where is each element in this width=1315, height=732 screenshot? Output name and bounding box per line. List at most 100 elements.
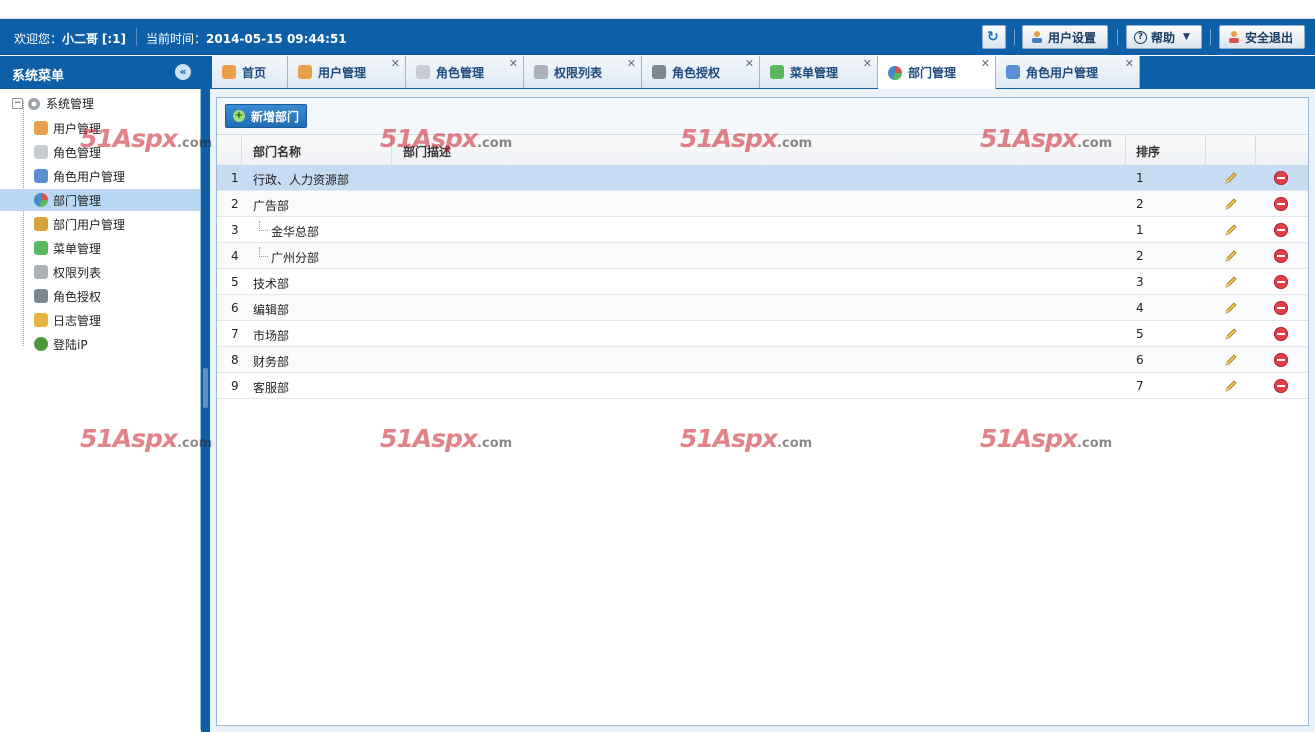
table-row[interactable]: 4 广州分部 2: [217, 243, 1308, 269]
delete-icon[interactable]: [1274, 197, 1288, 211]
sidebar-item-login-ip[interactable]: 登陆iP: [34, 333, 200, 355]
delete-icon[interactable]: [1274, 301, 1288, 315]
row-number: 3: [231, 223, 239, 237]
pen-icon: [534, 65, 548, 79]
tab-role-authorization[interactable]: 角色授权 ✕: [642, 56, 760, 88]
sidebar-item-role-user-management[interactable]: 角色用户管理: [34, 165, 200, 187]
close-icon[interactable]: ✕: [627, 57, 636, 70]
edit-pencil-icon[interactable]: [1223, 326, 1239, 342]
collapse-node-icon[interactable]: −: [12, 98, 23, 109]
add-department-button[interactable]: + 新增部门: [225, 104, 308, 128]
sidebar-item-role-management[interactable]: 角色管理: [34, 141, 200, 163]
delete-icon[interactable]: [1274, 379, 1288, 393]
table-row[interactable]: 3 金华总部 1: [217, 217, 1308, 243]
tab-label: 部门管理: [908, 66, 957, 80]
close-icon[interactable]: ✕: [745, 57, 754, 70]
table-row[interactable]: 5 技术部 3: [217, 269, 1308, 295]
close-icon[interactable]: ✕: [509, 57, 518, 70]
table-row[interactable]: 2 广告部 2: [217, 191, 1308, 217]
tree-root-system[interactable]: − 系统管理: [12, 95, 94, 112]
sort-order: 3: [1136, 275, 1144, 289]
delete-icon[interactable]: [1274, 327, 1288, 341]
sort-order: 6: [1136, 353, 1144, 367]
anchor-icon: [34, 289, 48, 303]
edit-pencil-icon[interactable]: [1223, 170, 1239, 186]
sidebar-item-label: 登陆iP: [53, 337, 88, 352]
current-time: 当前时间：2014-05-15 09:44:51: [146, 30, 347, 47]
sort-order: 2: [1136, 249, 1144, 263]
edit-pencil-icon[interactable]: [1223, 274, 1239, 290]
sidebar-item-permission-list[interactable]: 权限列表: [34, 261, 200, 283]
user-settings-button[interactable]: 用户设置: [1022, 25, 1108, 49]
column-header-name[interactable]: 部门名称: [253, 143, 301, 160]
tab-menu-management[interactable]: 菜单管理 ✕: [760, 56, 878, 88]
tab-permission-list[interactable]: 权限列表 ✕: [524, 56, 642, 88]
sidebar-title: 系统菜单: [12, 69, 65, 84]
tab-department-management[interactable]: 部门管理 ✕: [878, 56, 996, 89]
table-row[interactable]: 1 行政、人力资源部 1: [217, 165, 1308, 191]
tab-label: 首页: [242, 65, 267, 80]
delete-icon[interactable]: [1274, 275, 1288, 289]
close-icon[interactable]: ✕: [981, 57, 990, 70]
sidebar-item-label: 部门管理: [53, 193, 102, 208]
user-icon: [298, 65, 312, 79]
sidebar-item-user-management[interactable]: 用户管理: [34, 117, 200, 139]
chevron-down-icon: ▼: [1183, 32, 1190, 42]
collapse-sidebar-icon[interactable]: «: [175, 64, 191, 80]
main-content: + 新增部门 部门名称 部门描述 排序 1 行政、人力资源部 1 2 广告部 2 3 金华总部…: [210, 89, 1315, 732]
help-button[interactable]: ? 帮助 ▼: [1126, 25, 1202, 49]
table-header: 部门名称 部门描述 排序: [217, 134, 1308, 166]
delete-icon[interactable]: [1274, 171, 1288, 185]
sidebar-item-log-management[interactable]: 日志管理: [34, 309, 200, 331]
edit-pencil-icon[interactable]: [1223, 222, 1239, 238]
row-number: 8: [231, 353, 239, 367]
row-number: 1: [231, 171, 239, 185]
sort-order: 4: [1136, 301, 1144, 315]
edit-pencil-icon[interactable]: [1223, 248, 1239, 264]
sidebar-item-department-user-management[interactable]: 部门用户管理: [34, 213, 200, 235]
sidebar-item-department-management[interactable]: 部门管理: [0, 189, 200, 211]
sidebar-item-label: 角色管理: [53, 145, 102, 160]
anchor-icon: [652, 65, 666, 79]
sidebar-item-label: 用户管理: [53, 121, 102, 136]
user-role-icon: [34, 169, 48, 183]
edit-pencil-icon[interactable]: [1223, 352, 1239, 368]
delete-icon[interactable]: [1274, 249, 1288, 263]
table-row[interactable]: 7 市场部 5: [217, 321, 1308, 347]
delete-icon[interactable]: [1274, 353, 1288, 367]
tab-role-user-management[interactable]: 角色用户管理 ✕: [996, 56, 1140, 88]
table-row[interactable]: 9 客服部 7: [217, 373, 1308, 399]
logout-button[interactable]: 安全退出: [1219, 25, 1305, 49]
plus-icon: +: [233, 110, 245, 122]
edit-pencil-icon[interactable]: [1223, 300, 1239, 316]
close-icon[interactable]: ✕: [391, 57, 400, 70]
delete-icon[interactable]: [1274, 223, 1288, 237]
column-header-sort[interactable]: 排序: [1136, 143, 1160, 160]
add-department-label: 新增部门: [251, 109, 300, 124]
close-icon[interactable]: ✕: [1125, 57, 1134, 70]
row-number: 5: [231, 275, 239, 289]
database-icon: [416, 65, 430, 79]
sidebar-item-menu-management[interactable]: 菜单管理: [34, 237, 200, 259]
table-row[interactable]: 8 财务部 6: [217, 347, 1308, 373]
home-icon: [222, 65, 236, 79]
row-number: 6: [231, 301, 239, 315]
column-header-description[interactable]: 部门描述: [403, 143, 451, 160]
table-row[interactable]: 6 编辑部 4: [217, 295, 1308, 321]
close-icon[interactable]: ✕: [863, 57, 872, 70]
row-number: 4: [231, 249, 239, 263]
tab-role-management[interactable]: 角色管理 ✕: [406, 56, 524, 88]
sidebar-splitter[interactable]: [201, 56, 210, 732]
edit-pencil-icon[interactable]: [1223, 196, 1239, 212]
sort-order: 2: [1136, 197, 1144, 211]
sidebar-item-role-authorization[interactable]: 角色授权: [34, 285, 200, 307]
help-icon: ?: [1134, 30, 1147, 44]
tab-home[interactable]: 首页: [212, 56, 288, 88]
edit-pencil-icon[interactable]: [1223, 378, 1239, 394]
splitter-grip[interactable]: [203, 368, 208, 408]
refresh-button[interactable]: ↻: [982, 25, 1006, 49]
broom-icon: [34, 217, 48, 231]
tab-user-management[interactable]: 用户管理 ✕: [288, 56, 406, 88]
tree-branch-line: [259, 247, 268, 257]
department-name: 技术部: [253, 277, 290, 291]
